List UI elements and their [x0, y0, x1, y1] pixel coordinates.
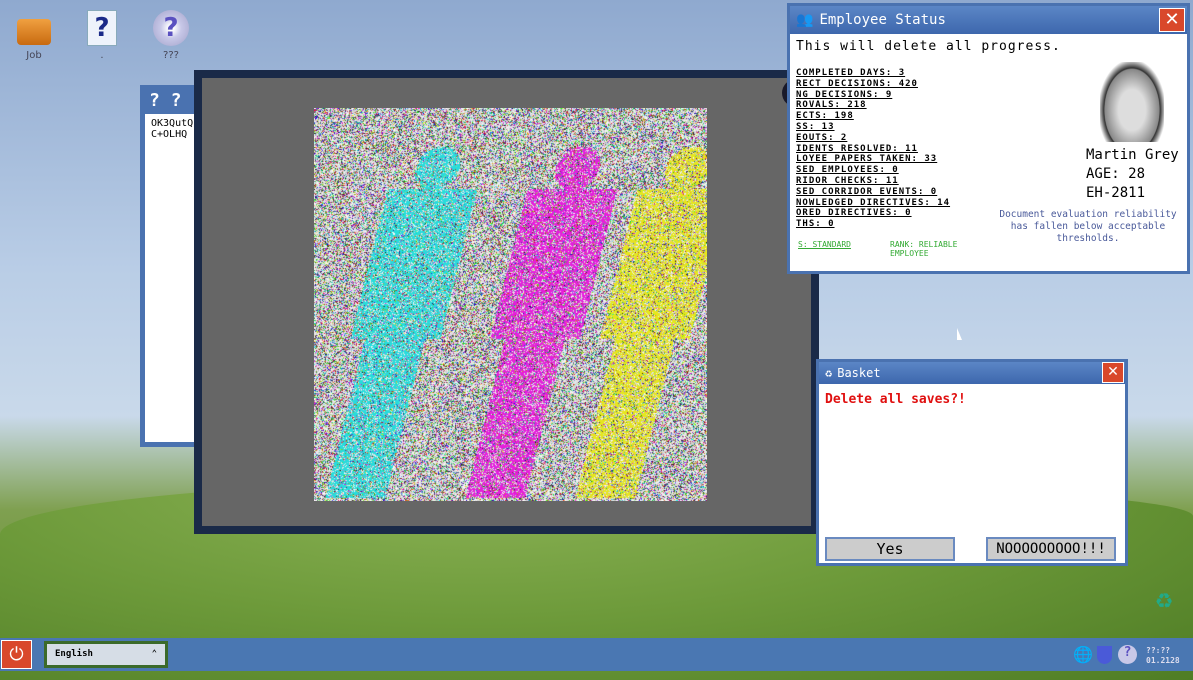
rank-label: RANK: RELIABLE EMPLOYEE — [890, 240, 970, 258]
icon-label: ??? — [163, 50, 179, 61]
status-label: S: STANDARD — [798, 240, 851, 249]
stat-line: IDENTS RESOLVED: 11 — [796, 144, 950, 155]
power-button[interactable]: ⏻ — [1, 640, 32, 669]
stat-line: SED EMPLOYEES: 0 — [796, 165, 950, 176]
recycle-bin-icon[interactable]: ♻ — [1145, 582, 1183, 620]
stat-line: ORED DIRECTIVES: 0 — [796, 208, 950, 219]
desktop-icon-help-disc[interactable]: ? ??? — [141, 10, 201, 61]
help-disc-icon[interactable]: ? — [1118, 645, 1137, 664]
stat-line: THS: 0 — [796, 219, 950, 230]
close-button[interactable]: ✕ — [1159, 8, 1185, 32]
stat-line: EOUTS: 2 — [796, 133, 950, 144]
window-title: Basket — [837, 366, 880, 380]
recycle-bin-icon: ♻ — [825, 366, 832, 380]
help-document-icon: ? — [87, 10, 117, 46]
title-bar: ♻ Basket — [819, 362, 1125, 384]
stat-line: RECT DECISIONS: 420 — [796, 79, 950, 90]
stat-line: NG DECISIONS: 9 — [796, 90, 950, 101]
stat-line: SS: 13 — [796, 122, 950, 133]
close-button[interactable]: ✕ — [1102, 362, 1124, 383]
employee-info: Martin Grey AGE: 28 EH-2811 — [1086, 146, 1179, 203]
stat-line: ROVALS: 218 — [796, 100, 950, 111]
delete-message: Delete all saves?! — [825, 392, 966, 407]
clock: ??:?? 01.2128 — [1146, 646, 1180, 666]
desktop-icon-job[interactable]: Job — [4, 10, 64, 61]
desktop-icon-help-doc[interactable]: ? . — [72, 10, 132, 61]
image-viewer-window[interactable]: ✕ — [194, 70, 819, 534]
stat-line: ECTS: 198 — [796, 111, 950, 122]
chevron-up-icon: ⌃ — [152, 649, 157, 660]
icon-label: . — [100, 50, 103, 61]
stat-line: SED CORRIDOR EVENTS: 0 — [796, 187, 950, 198]
taskbar: ⏻ English ⌃ 🌐 ? ??:?? 01.2128 — [0, 638, 1193, 671]
window-title: Employee Status — [819, 12, 945, 28]
stats-list: COMPLETED DAYS: 3 RECT DECISIONS: 420 NG D… — [796, 68, 950, 230]
cursor-icon — [957, 328, 962, 340]
yes-button[interactable]: Yes — [825, 537, 955, 561]
basket-window[interactable]: ♻ Basket ✕ Delete all saves?! Yes NOOOOOO… — [816, 359, 1128, 566]
stat-line: RIDOR CHECKS: 11 — [796, 176, 950, 187]
title-bar: 👥 Employee Status — [790, 6, 1187, 34]
stat-line: COMPLETED DAYS: 3 — [796, 68, 950, 79]
people-icon: 👥 — [796, 12, 813, 28]
reliability-note: Document evaluation reliability has fall… — [990, 209, 1186, 245]
corrupted-image — [314, 108, 707, 501]
icon-label: Job — [26, 50, 41, 61]
language-selector[interactable]: English ⌃ — [47, 644, 165, 665]
network-icon[interactable]: 🌐 — [1073, 645, 1093, 664]
help-disc-icon: ? — [153, 10, 189, 46]
no-button[interactable]: NOOOOOOOOO!!! — [986, 537, 1116, 561]
employee-status-window[interactable]: 👥 Employee Status ✕ This will delete all … — [787, 3, 1190, 274]
warning-text: This will delete all progress. — [796, 39, 1061, 54]
briefcase-icon — [16, 10, 52, 46]
stat-line: LOYEE PAPERS TAKEN: 33 — [796, 154, 950, 165]
stat-line: NOWLEDGED DIRECTIVES: 14 — [796, 198, 950, 209]
employee-photo — [1100, 62, 1164, 142]
shield-icon[interactable] — [1097, 646, 1112, 664]
